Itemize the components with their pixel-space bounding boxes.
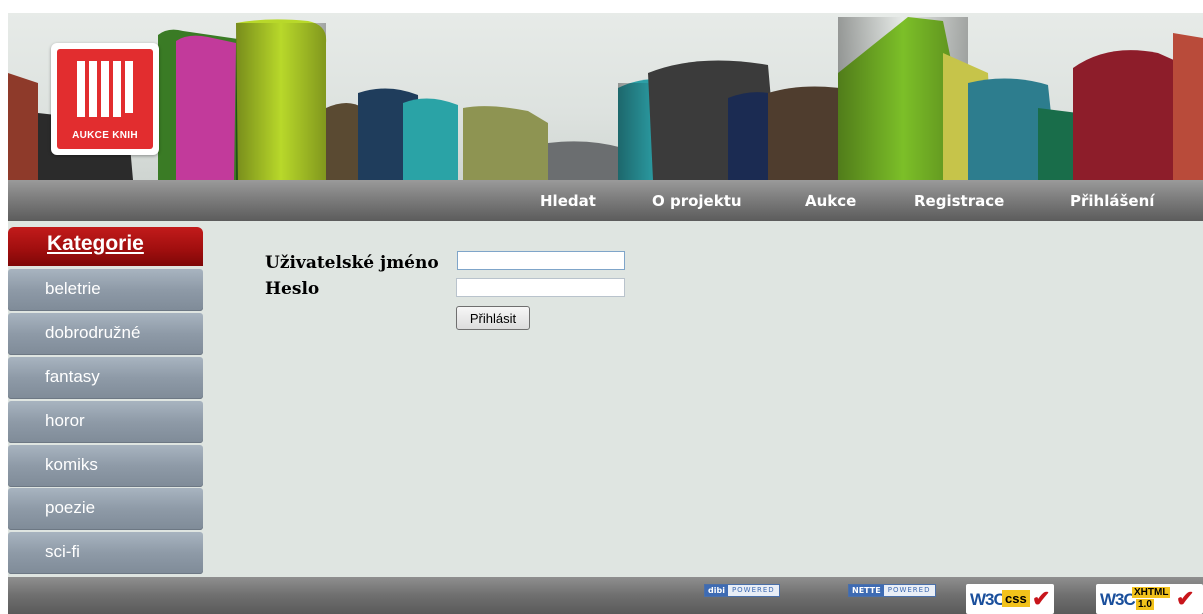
password-input[interactable] (456, 278, 625, 297)
logo-badge: AUKCE KNIH (57, 49, 153, 149)
nav-prihlaseni[interactable]: Přihlášení (1070, 192, 1154, 210)
dibi-brand: dibi (705, 585, 728, 596)
sidebar-header[interactable]: Kategorie (8, 227, 203, 266)
sidebar-item-sci-fi[interactable]: sci-fi (8, 532, 203, 574)
sidebar-item-label: poezie (45, 498, 96, 517)
main-nav: Hledat O projektu Aukce Registrace Přihl… (8, 180, 1203, 221)
header-banner: AUKCE KNIH (8, 13, 1203, 180)
login-submit-button[interactable]: Přihlásit (456, 306, 530, 330)
footer: dibi POWERED NETTE POWERED W3C css ✔ W3C… (8, 577, 1203, 614)
nette-brand: NETTE (849, 585, 884, 596)
sidebar-item-horor[interactable]: horor (8, 401, 203, 443)
w3c-xhtml-version: 1.0 (1136, 599, 1154, 610)
sidebar-item-label: sci-fi (45, 542, 80, 561)
w3c-logo-text: W3C (970, 590, 1006, 609)
checkmark-icon: ✔ (1032, 586, 1051, 611)
nav-registrace[interactable]: Registrace (914, 192, 1004, 210)
nav-aukce[interactable]: Aukce (805, 192, 856, 210)
password-label: Heslo (265, 279, 320, 299)
site-logo[interactable]: AUKCE KNIH (51, 43, 159, 155)
sidebar-item-label: komiks (45, 455, 98, 474)
sidebar-item-poezie[interactable]: poezie (8, 488, 203, 530)
w3c-logo-text: W3C (1100, 590, 1136, 609)
nav-o-projektu[interactable]: O projektu (652, 192, 742, 210)
sidebar-item-label: beletrie (45, 279, 101, 298)
sidebar-item-dobrodruzne[interactable]: dobrodružné (8, 313, 203, 355)
nav-hledat[interactable]: Hledat (540, 192, 596, 210)
w3c-css-label: css (1002, 590, 1030, 607)
w3c-xhtml-badge[interactable]: W3C XHTML 1.0 ✔ (1096, 584, 1203, 614)
sidebar-item-komiks[interactable]: komiks (8, 445, 203, 487)
username-label: Uživatelské jméno (265, 253, 439, 273)
books-illustration (8, 17, 1203, 180)
books-logo-icon (77, 61, 133, 121)
w3c-css-badge[interactable]: W3C css ✔ (966, 584, 1054, 614)
logo-text: AUKCE KNIH (72, 130, 138, 141)
username-input[interactable] (457, 251, 625, 270)
nette-powered-badge[interactable]: NETTE POWERED (848, 584, 936, 597)
page: AUKCE KNIH Hledat O projektu Aukce Regis… (8, 13, 1203, 614)
nette-powered-text: POWERED (887, 586, 931, 594)
sidebar-item-label: horor (45, 411, 85, 430)
dibi-powered-text: POWERED (731, 586, 775, 594)
sidebar-item-beletrie[interactable]: beletrie (8, 269, 203, 311)
sidebar-item-label: fantasy (45, 367, 100, 386)
dibi-powered-badge[interactable]: dibi POWERED (704, 584, 780, 597)
sidebar-item-fantasy[interactable]: fantasy (8, 357, 203, 399)
w3c-xhtml-label: XHTML (1132, 587, 1171, 598)
sidebar-item-label: dobrodružné (45, 323, 141, 342)
sidebar-title[interactable]: Kategorie (47, 232, 144, 256)
checkmark-icon: ✔ (1176, 586, 1195, 611)
